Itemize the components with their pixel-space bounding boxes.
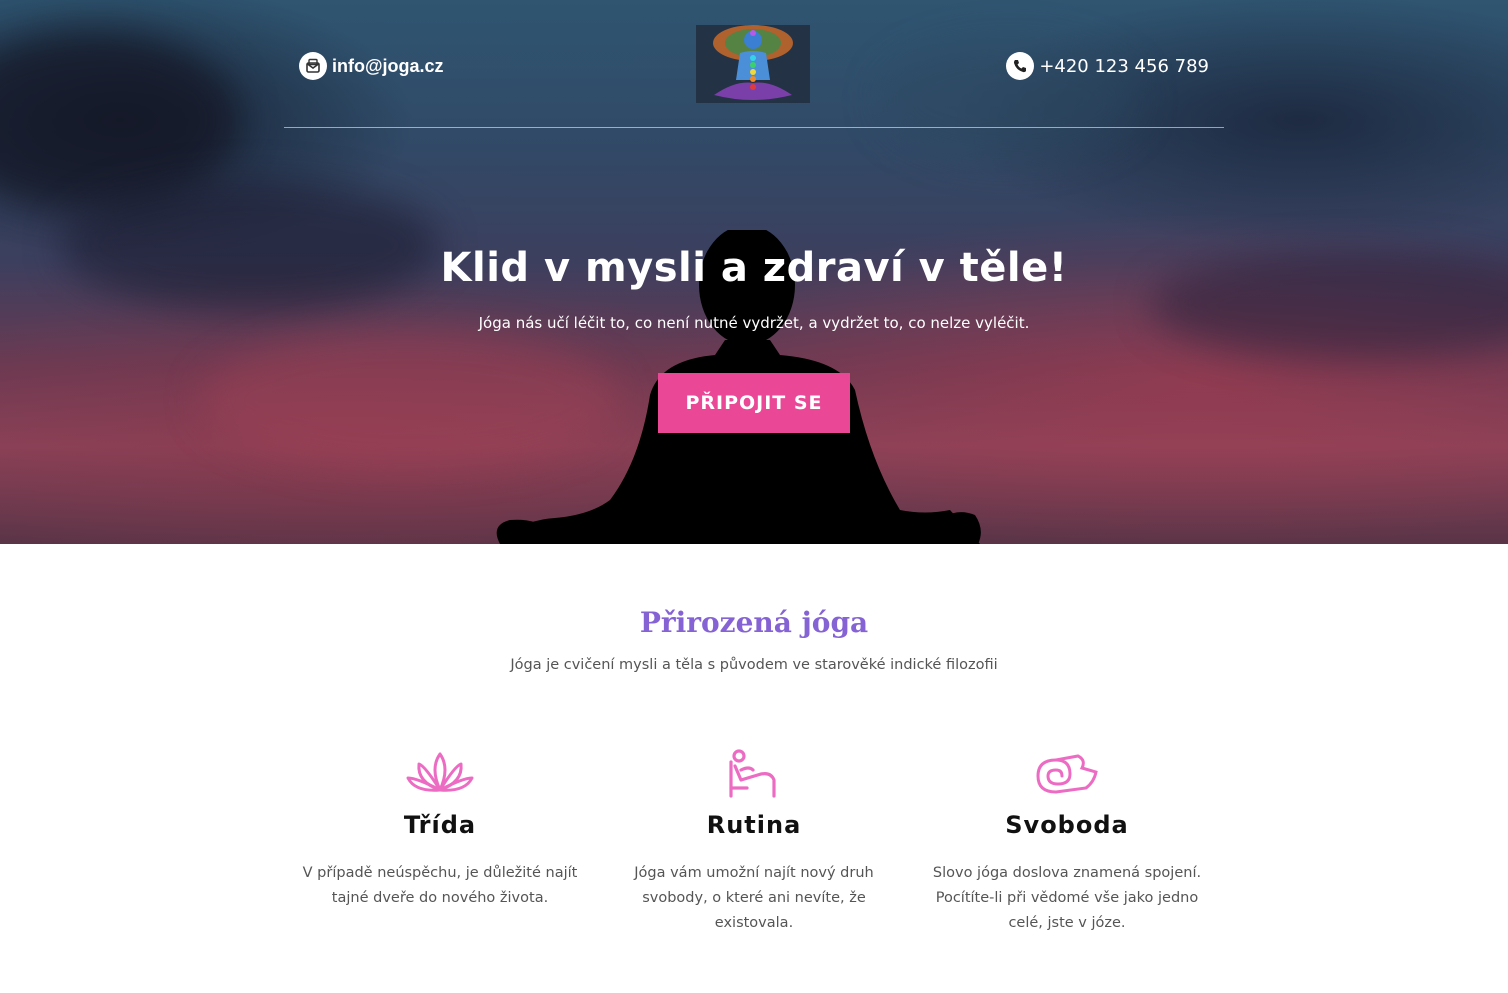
- lotus-icon: [290, 748, 590, 798]
- feature-text: Jóga vám umožní najít nový druh svobody,…: [634, 865, 874, 931]
- envelope-icon: [299, 52, 327, 80]
- email-text[interactable]: info@joga.cz: [332, 56, 444, 77]
- hero-title: Klid v mysli a zdraví v těle!: [440, 245, 1068, 291]
- reclining-person-icon: [604, 748, 904, 798]
- feature-class: Třída V případě neúspěchu, je důležité n…: [290, 748, 590, 911]
- feature-title: Třída: [403, 811, 477, 839]
- email-contact[interactable]: info@joga.cz: [299, 52, 444, 80]
- feature-text: Slovo jóga doslova znamená spojení. Pocí…: [932, 865, 1202, 931]
- chakra-meditation-logo[interactable]: [696, 25, 810, 103]
- section-subtitle: Jóga je cvičení mysli a těla s původem v…: [510, 657, 998, 673]
- feature-freedom: Svoboda Slovo jóga doslova znamená spoje…: [917, 748, 1217, 936]
- feature-title: Svoboda: [1005, 811, 1129, 839]
- yoga-mat-icon: [917, 748, 1217, 798]
- hero-subtitle: Jóga nás učí léčit to, co není nutné vyd…: [478, 314, 1030, 332]
- hero-section: info@joga.cz +420 123 456 789 Klid v mys…: [0, 0, 1508, 544]
- feature-title: Rutina: [706, 811, 802, 839]
- phone-contact[interactable]: +420 123 456 789: [1006, 52, 1209, 80]
- section-title: Přirozená jóga: [639, 606, 869, 639]
- phone-icon: [1006, 52, 1035, 80]
- phone-text[interactable]: +420 123 456 789: [1039, 56, 1209, 77]
- join-button[interactable]: PŘIPOJIT SE: [658, 373, 850, 433]
- feature-text: V případě neúspěchu, je důležité najít t…: [302, 865, 578, 906]
- feature-routine: Rutina Jóga vám umožní najít nový druh s…: [604, 748, 904, 936]
